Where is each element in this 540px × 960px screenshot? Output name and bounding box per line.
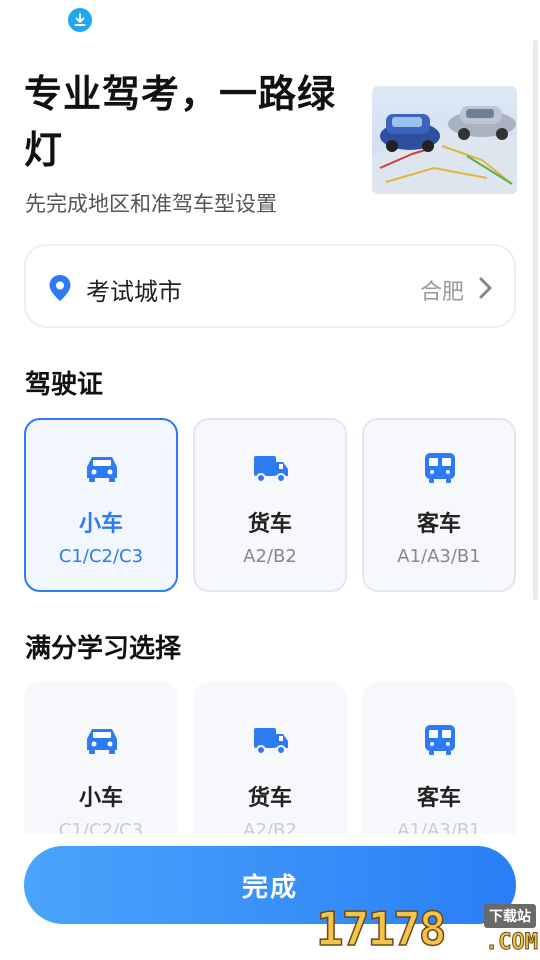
full-score-section-title: 满分学习选择 — [25, 634, 182, 664]
option-code: A1/A3/B1 — [397, 820, 481, 834]
page-title: 专业驾考，一路绿灯 — [24, 72, 337, 172]
license-section-title: 驾驶证 — [25, 370, 104, 400]
option-name: 客车 — [416, 512, 461, 537]
option-name: 小车 — [78, 512, 123, 537]
status-bar — [0, 0, 540, 40]
truck-icon — [252, 452, 290, 484]
watermark-tag: 下载站 — [484, 904, 536, 928]
download-icon[interactable] — [68, 8, 92, 32]
option-name: 货车 — [247, 786, 292, 811]
license-option-bus[interactable]: 客车 A1/A3/B1 — [362, 418, 516, 592]
full-score-options: 小车 C1/C2/C3 货车 A2/B2 客车 A1/A3/B1 — [24, 682, 516, 834]
option-name: 客车 — [416, 786, 461, 811]
option-code: C1/C2/C3 — [58, 820, 144, 834]
truck-icon — [252, 724, 290, 756]
exam-city-selector[interactable]: 考试城市 合肥 — [24, 244, 516, 328]
option-code: A1/A3/B1 — [397, 546, 481, 567]
option-code: C1/C2/C3 — [58, 546, 144, 567]
chevron-right-icon — [478, 276, 494, 300]
watermark-digits: 17178 — [315, 901, 447, 957]
full-score-option-bus[interactable]: 客车 A1/A3/B1 — [362, 682, 516, 834]
license-option-car[interactable]: 小车 C1/C2/C3 — [24, 418, 178, 592]
option-name: 货车 — [247, 512, 292, 537]
bus-icon — [421, 452, 459, 484]
full-score-option-car[interactable]: 小车 C1/C2/C3 — [24, 682, 178, 834]
scrollbar[interactable] — [533, 40, 538, 600]
full-score-option-truck[interactable]: 货车 A2/B2 — [193, 682, 347, 834]
exam-city-value: 合肥 — [419, 280, 464, 305]
option-name: 小车 — [78, 786, 123, 811]
location-pin-icon — [48, 274, 72, 302]
license-options: 小车 C1/C2/C3 货车 A2/B2 客车 A1/A3/B1 — [24, 418, 516, 592]
page-subtitle: 先完成地区和准驾车型设置 — [25, 192, 277, 216]
hero-illustration — [372, 86, 517, 194]
car-icon — [83, 452, 121, 484]
watermark-logo: 17178 下载站 .COM — [315, 900, 540, 960]
watermark-suffix: .COM — [485, 930, 539, 956]
option-code: A2/B2 — [243, 546, 297, 567]
license-option-truck[interactable]: 货车 A2/B2 — [193, 418, 347, 592]
option-code: A2/B2 — [243, 820, 297, 834]
exam-city-label: 考试城市 — [86, 278, 182, 306]
full-score-options-scroll[interactable]: 小车 C1/C2/C3 货车 A2/B2 客车 A1/A3/B1 — [0, 670, 540, 834]
car-icon — [83, 724, 121, 756]
bus-icon — [421, 724, 459, 756]
